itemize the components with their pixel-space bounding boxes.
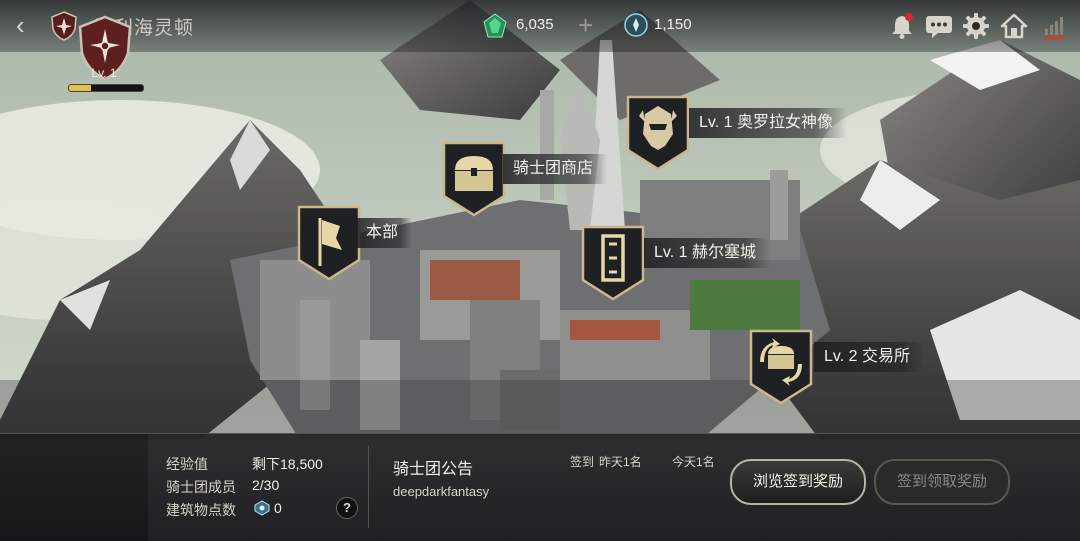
checkin-today: 今天1名 [672, 455, 715, 469]
helm-icon [626, 95, 690, 171]
building-label: Lv. 1 赫尔塞城 [644, 238, 770, 268]
gem-count: 6,035 [516, 16, 554, 33]
home-icon[interactable] [1000, 12, 1028, 40]
claim-checkin-reward-button[interactable]: 签到领取奖励 [874, 459, 1010, 505]
checkin-yesterday: 昨天1名 [599, 455, 642, 469]
banner-icon [297, 205, 361, 281]
stat-label-xp: 经验值 [166, 456, 208, 472]
xp-progress-fill [69, 85, 92, 91]
browse-checkin-rewards-button[interactable]: 浏览签到奖励 [730, 459, 866, 505]
stat-label-members: 骑士团成员 [166, 479, 236, 495]
stat-value-xp: 剩下18,500 [252, 456, 323, 472]
building-label: 骑士团商店 [503, 154, 608, 184]
chat-icon[interactable] [924, 12, 954, 40]
stat-label-building-points: 建筑物点数 [166, 502, 236, 518]
add-currency-button[interactable]: + [578, 10, 593, 41]
guild-level: Lv. 1 [91, 66, 117, 80]
coin-count: 1,150 [654, 16, 692, 33]
bell-icon[interactable] [888, 12, 916, 40]
stat-value-members: 2/30 [252, 477, 280, 493]
tower-icon [581, 225, 645, 301]
guild-emblem-icon [51, 11, 77, 41]
back-button[interactable]: ‹ [16, 12, 38, 40]
signal-icon [1044, 17, 1064, 39]
building-label: Lv. 2 交易所 [814, 342, 924, 372]
panel-divider [368, 446, 369, 528]
checkin-label: 签到 [570, 455, 595, 469]
building-point-icon [254, 500, 270, 516]
help-button[interactable]: ? [336, 497, 358, 519]
guild-notice-title: 骑士团公告 [393, 461, 474, 478]
top-bar: ‹ 比利海灵顿 6,035 + 1,150 [0, 0, 1080, 52]
xp-progress-bar [68, 84, 144, 92]
building-label: 本部 [356, 218, 413, 248]
stat-value-building-points: 0 [274, 500, 282, 516]
guild-level-section [0, 434, 148, 541]
coin-icon [624, 13, 648, 37]
chest-icon [442, 141, 506, 217]
guild-notice-body: deepdarkfantasy [393, 484, 490, 499]
building-label: Lv. 1 奥罗拉女神像 [689, 108, 847, 138]
gear-icon[interactable] [962, 12, 990, 40]
exchange-icon [749, 329, 813, 405]
gem-icon [483, 13, 507, 38]
